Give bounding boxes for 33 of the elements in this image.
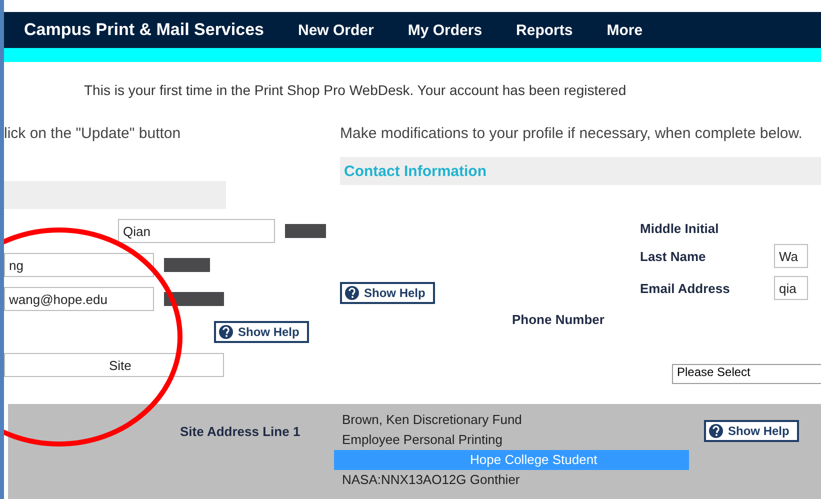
input-field[interactable]: ng [4,253,154,277]
help-icon [708,423,724,439]
input-field[interactable]: Qian [118,219,276,243]
nav-link[interactable]: Reports [516,22,573,38]
dropdown-option[interactable]: Employee Personal Printing [334,430,689,450]
input-field[interactable]: qia [774,276,808,300]
show-help-button[interactable]: Show Help [704,420,800,442]
dropdown-option[interactable]: Brown, Ken Discretionary Fund [334,410,689,430]
input-field[interactable]: wang@hope.edu [4,287,154,311]
instruction-text: lick on the "Update" button [4,124,182,144]
input-field[interactable]: Wa [774,244,808,268]
help-icon [218,324,234,340]
field-label: Middle Initial [640,221,720,236]
nav-link[interactable]: New Order [298,22,374,38]
select-field[interactable]: Please Select [672,364,821,384]
redaction-block [164,292,224,306]
redaction-block [285,224,326,238]
field-label: Email Address [640,280,731,296]
instruction-text: Make modifications to your profile if necessary, when complete below. [340,124,804,144]
field-label: Phone Number [512,312,604,327]
brand-title[interactable]: Campus Print & Mail Services [24,20,264,40]
field-label: Site Address Line 1 [180,424,300,439]
nav-link[interactable]: My Orders [408,22,482,38]
site-select[interactable]: Site [4,353,224,377]
show-help-button[interactable]: Show Help [340,282,436,304]
help-icon [344,285,360,301]
show-help-button[interactable]: Show Help [214,321,310,343]
redaction-block [164,258,210,272]
dropdown-option[interactable]: NASA:NNX13AO12G Gonthier [334,470,689,490]
section-header: Contact Information [340,157,821,185]
welcome-message: This is your first time in the Print Shop Pro WebDesk. Your account has been registered [83,81,628,98]
nav-link[interactable]: More [606,22,643,38]
field-label: Last Name [640,248,707,264]
